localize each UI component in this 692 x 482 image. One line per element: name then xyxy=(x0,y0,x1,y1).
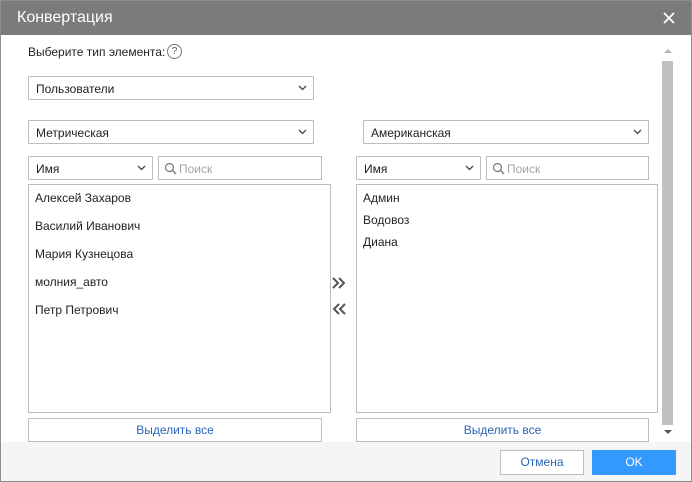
right-unit-system-value: Американская xyxy=(371,126,451,140)
left-search-input[interactable]: Поиск xyxy=(158,156,322,180)
list-item[interactable]: Мария Кузнецова xyxy=(35,247,133,261)
left-select-all-button[interactable]: Выделить все xyxy=(28,418,322,442)
left-sort-select[interactable]: Имя xyxy=(28,156,153,180)
ok-button[interactable]: OK xyxy=(592,450,676,475)
right-user-list[interactable]: Админ Водовоз Диана xyxy=(356,184,658,413)
element-type-label: Выберите тип элемента: xyxy=(28,45,166,59)
right-search-placeholder: Поиск xyxy=(507,162,541,176)
list-item[interactable]: Петр Петрович xyxy=(35,303,118,317)
cancel-button[interactable]: Отмена xyxy=(500,450,584,475)
help-icon[interactable]: ? xyxy=(167,44,182,59)
scroll-up-icon[interactable] xyxy=(664,48,672,54)
chevron-down-icon xyxy=(633,129,642,135)
search-icon xyxy=(492,162,505,175)
scrollbar-thumb[interactable] xyxy=(662,61,673,425)
right-sort-value: Имя xyxy=(364,162,388,176)
conversion-dialog: Конвертация Выберите тип элемента: ? Пол… xyxy=(0,0,692,482)
title-bar: Конвертация xyxy=(1,1,691,35)
list-item[interactable]: Админ xyxy=(363,191,400,205)
chevron-down-icon xyxy=(298,129,307,135)
left-sort-value: Имя xyxy=(36,162,60,176)
dialog-title: Конвертация xyxy=(17,9,113,26)
move-left-icon[interactable] xyxy=(330,301,348,317)
list-item[interactable]: Диана xyxy=(363,235,398,249)
chevron-down-icon xyxy=(465,165,474,171)
left-search-placeholder: Поиск xyxy=(179,162,213,176)
right-unit-system-select[interactable]: Американская xyxy=(363,120,649,144)
right-select-all-button[interactable]: Выделить все xyxy=(356,418,649,442)
element-type-select[interactable]: Пользователи xyxy=(28,76,314,100)
left-unit-system-select[interactable]: Метрическая xyxy=(28,120,314,144)
chevron-down-icon xyxy=(137,165,146,171)
list-item[interactable]: Алексей Захаров xyxy=(35,191,131,205)
close-icon[interactable] xyxy=(661,10,677,26)
right-sort-select[interactable]: Имя xyxy=(356,156,481,180)
dialog-footer xyxy=(1,442,691,481)
scroll-down-icon[interactable] xyxy=(664,429,672,435)
left-user-list[interactable]: Алексей Захаров Василий Иванович Мария К… xyxy=(28,184,331,413)
right-search-input[interactable]: Поиск xyxy=(486,156,649,180)
list-item[interactable]: молния_авто xyxy=(35,275,108,289)
move-right-icon[interactable] xyxy=(330,275,348,291)
list-item[interactable]: Водовоз xyxy=(363,213,409,227)
search-icon xyxy=(164,162,177,175)
left-unit-system-value: Метрическая xyxy=(36,126,109,140)
element-type-value: Пользователи xyxy=(36,82,115,96)
list-item[interactable]: Василий Иванович xyxy=(35,219,140,233)
chevron-down-icon xyxy=(298,85,307,91)
